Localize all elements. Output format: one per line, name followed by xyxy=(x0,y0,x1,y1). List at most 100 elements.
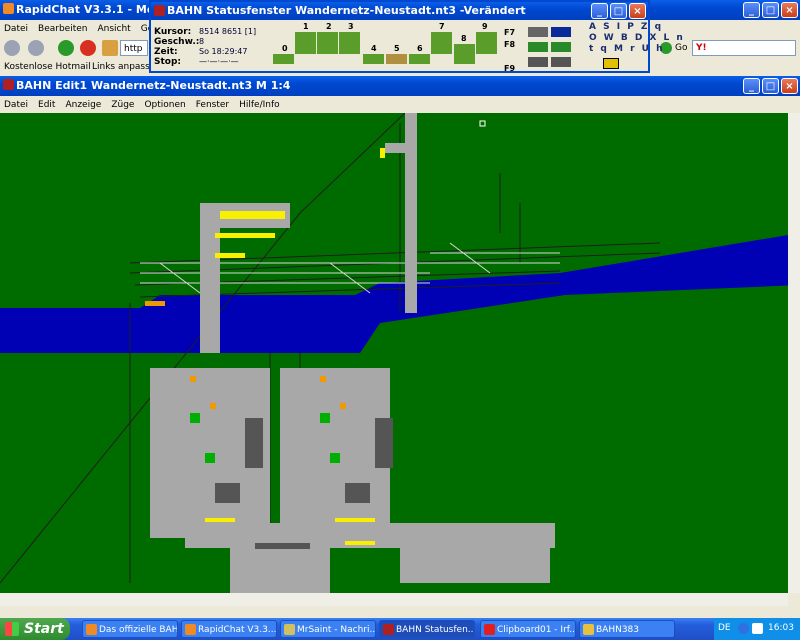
edit-menu-fenster[interactable]: Fenster xyxy=(196,100,229,110)
river xyxy=(0,235,788,353)
start-label: Start xyxy=(24,621,64,637)
slot-tile-7[interactable] xyxy=(431,32,452,54)
home-icon[interactable] xyxy=(102,40,118,56)
minimize-button[interactable]: _ xyxy=(743,2,760,18)
slot-tile-6[interactable] xyxy=(409,54,430,64)
edit-menu-anzeige[interactable]: Anzeige xyxy=(65,100,101,110)
slot-number-1: 1 xyxy=(303,22,309,31)
signal-tile-3[interactable] xyxy=(528,42,548,52)
firefox-task-icon xyxy=(86,624,97,635)
network-icon[interactable] xyxy=(738,623,749,634)
track-column-right xyxy=(405,113,417,313)
slot-number-4: 4 xyxy=(371,44,377,53)
bahn-edit-icon xyxy=(3,79,14,90)
edit-menu-hilfe[interactable]: Hilfe/Info xyxy=(239,100,280,110)
track-column-left xyxy=(200,203,220,353)
edit-menubar: Datei Edit Anzeige Züge Optionen Fenster… xyxy=(0,96,800,113)
start-button[interactable]: Start xyxy=(0,618,70,640)
language-indicator[interactable]: DE xyxy=(718,623,731,633)
slot-tile-2[interactable] xyxy=(317,32,338,54)
f9-key[interactable]: F9 xyxy=(504,64,515,73)
forward-icon[interactable] xyxy=(28,40,44,56)
edit-menu-datei[interactable]: Datei xyxy=(4,100,28,110)
letters-row-3[interactable]: t q M r U h xyxy=(589,44,685,55)
track-layout-svg xyxy=(0,113,788,593)
status-title: BAHN Statusfenster Wandernetz-Neustadt.n… xyxy=(167,4,526,17)
slot-number-0: 0 xyxy=(282,44,288,53)
browser-menu-ansicht[interactable]: Ansicht xyxy=(97,24,130,34)
cursor-label: Kursor: xyxy=(154,27,192,37)
bookmark-hotmail[interactable]: Kostenlose Hotmail xyxy=(4,62,91,72)
vertical-scrollbar[interactable] xyxy=(788,113,800,593)
taskbar: Start Das offizielle BAH... RapidChat V3… xyxy=(0,618,800,640)
edit-menu-optionen[interactable]: Optionen xyxy=(144,100,185,110)
signal-tile-2[interactable] xyxy=(551,27,571,37)
slot-tile-9[interactable] xyxy=(476,32,497,54)
status-minimize-button[interactable]: _ xyxy=(591,3,608,19)
volume-icon[interactable] xyxy=(752,623,763,634)
task-bahn-status[interactable]: BAHN Statusfen... xyxy=(379,620,475,638)
slot-tile-0[interactable] xyxy=(273,54,294,64)
browser-menu-bearbeiten[interactable]: Bearbeiten xyxy=(38,24,87,34)
mail-task-icon xyxy=(284,624,295,635)
task-label: BAHN383 xyxy=(596,625,640,635)
folder-task-icon xyxy=(583,624,594,635)
f7-key[interactable]: F7 xyxy=(504,28,515,37)
edit-minimize-button[interactable]: _ xyxy=(743,78,760,94)
task-rapidchat[interactable]: RapidChat V3.3.... xyxy=(181,620,277,638)
windows-logo-icon xyxy=(5,622,19,636)
search-input[interactable]: Y! xyxy=(692,40,796,56)
time-label: Zeit: xyxy=(154,47,178,57)
irfanview-task-icon xyxy=(484,624,495,635)
yard-bottom-left xyxy=(230,543,330,593)
task-clipboard[interactable]: Clipboard01 - Irf... xyxy=(480,620,576,638)
slot-number-7: 7 xyxy=(439,22,445,31)
cursor-value: 8514 8651 [1] xyxy=(199,27,257,36)
edit-maximize-button[interactable]: □ xyxy=(762,78,779,94)
slot-number-3: 3 xyxy=(348,22,354,31)
signal-tile-4[interactable] xyxy=(551,42,571,52)
edit-menu-edit[interactable]: Edit xyxy=(38,100,55,110)
platform-upper xyxy=(215,211,285,219)
edit-close-button[interactable]: × xyxy=(781,78,798,94)
horizontal-scrollbar[interactable] xyxy=(0,593,788,606)
status-close-button[interactable]: × xyxy=(629,3,646,19)
signal-tile-5[interactable] xyxy=(528,57,548,67)
slot-tile-8[interactable] xyxy=(454,44,475,64)
maximize-button[interactable]: □ xyxy=(762,2,779,18)
signal-tile-6[interactable] xyxy=(551,57,571,67)
stop-label: Stop: xyxy=(154,57,182,67)
reload-icon[interactable] xyxy=(58,40,74,56)
slot-tile-3[interactable] xyxy=(339,32,360,54)
slot-number-2: 2 xyxy=(326,22,332,31)
status-maximize-button[interactable]: □ xyxy=(610,3,627,19)
address-input[interactable]: http xyxy=(120,40,148,56)
cursor-marker xyxy=(479,120,486,127)
speed-label: Geschw.: xyxy=(154,37,200,47)
yard-bottom-right xyxy=(400,543,550,583)
task-mrsaint[interactable]: MrSaint - Nachri... xyxy=(280,620,376,638)
task-bahn383[interactable]: BAHN383 xyxy=(579,620,675,638)
track-layout-canvas[interactable] xyxy=(0,113,788,593)
slot-tile-1[interactable] xyxy=(295,32,316,54)
slot-tile-5[interactable] xyxy=(386,54,407,64)
train-icon[interactable] xyxy=(603,58,619,69)
task-label: Das offizielle BAH... xyxy=(99,625,178,635)
signal-tile-1[interactable] xyxy=(528,27,548,37)
clock: 16:03 xyxy=(768,623,794,633)
task-label: Clipboard01 - Irf... xyxy=(497,625,576,635)
stop-icon[interactable] xyxy=(80,40,96,56)
task-bahn-official[interactable]: Das offizielle BAH... xyxy=(82,620,178,638)
bookmark-links[interactable]: Links anpass xyxy=(92,62,150,72)
close-button[interactable]: × xyxy=(781,2,798,18)
slot-number-9: 9 xyxy=(482,22,488,31)
system-tray: DE 16:03 xyxy=(714,618,800,640)
letters-row-2[interactable]: O W B D X L n xyxy=(589,33,685,44)
edit-menu-zuege[interactable]: Züge xyxy=(111,100,134,110)
task-label: RapidChat V3.3.... xyxy=(198,625,277,635)
slot-tile-4[interactable] xyxy=(363,54,384,64)
browser-menu-datei[interactable]: Datei xyxy=(4,24,28,34)
letters-row-1[interactable]: A S I P Z q xyxy=(589,22,685,33)
f8-key[interactable]: F8 xyxy=(504,40,515,49)
back-icon[interactable] xyxy=(4,40,20,56)
